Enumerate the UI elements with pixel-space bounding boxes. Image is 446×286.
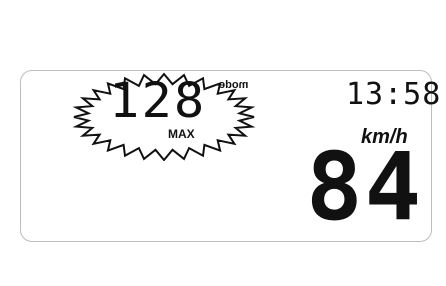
current-speed-value: 84 [306, 133, 424, 242]
mode-label: mode [219, 79, 249, 91]
max-speed-value: 128 [109, 73, 207, 129]
max-label: MAX [168, 127, 195, 141]
lcd-display-panel: 128 MAX mode 13:58 km/h 84 [20, 70, 440, 242]
clock-time: 13:58 [346, 77, 442, 112]
